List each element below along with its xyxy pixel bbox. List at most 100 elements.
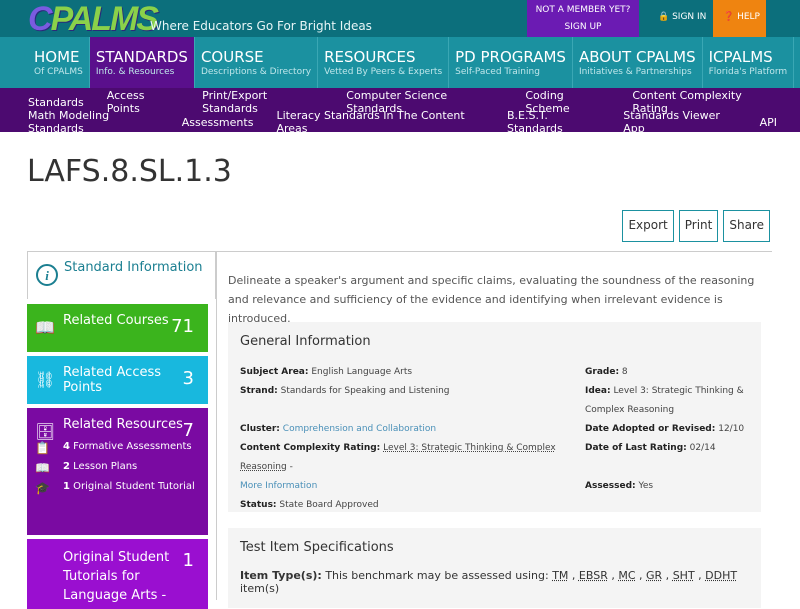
section-title: Test Item Specifications (240, 540, 394, 555)
resource-lesson-plans[interactable]: 📖 2 Lesson Plans (35, 461, 200, 475)
page-title: LAFS.8.SL.1.3 (27, 154, 232, 189)
question-icon: ❓ (723, 12, 735, 22)
tagline: Where Educators Go For Bright Ideas (150, 19, 372, 33)
resource-count: 1 (63, 481, 70, 492)
book-icon: 📖 (35, 318, 55, 337)
strand: Standards for Speaking and Listening (280, 386, 450, 396)
sub-nav: Standards Access Points Print/Export Stand… (0, 88, 800, 135)
book-icon: 📖 (35, 461, 50, 475)
label: Assessed: (585, 481, 636, 491)
nav-title: STANDARDS (95, 48, 188, 66)
nav-sub: Info. & Resources (95, 67, 175, 77)
label: Date of Last Rating: (585, 443, 687, 453)
resource-count: 2 (63, 461, 70, 472)
tab-related-courses[interactable]: 📖 Related Courses 71 (27, 304, 208, 352)
signin-button[interactable]: 🔒 SIGN IN (658, 12, 706, 22)
help-button[interactable]: ❓ HELP (713, 0, 766, 37)
general-information: General Information Subject Area: Englis… (228, 322, 761, 512)
info-icon: i (36, 264, 58, 286)
signup-button[interactable]: NOT A MEMBER YET? SIGN UP (527, 0, 639, 37)
nav-title: COURSE (200, 48, 264, 66)
nav-resources[interactable]: RESOURCES Vetted By Peers & Experts (318, 37, 450, 88)
item-type[interactable]: TM (552, 569, 568, 582)
resource-count: 4 (63, 441, 70, 452)
signin-label: SIGN IN (672, 12, 707, 22)
item-suffix: item(s) (240, 582, 280, 595)
tab-label: Related Courses (63, 313, 169, 328)
nav-sub: Descriptions & Directory (200, 67, 312, 77)
label: Date Adopted or Revised: (585, 424, 716, 434)
standard-description: Delineate a speaker's argument and speci… (228, 274, 755, 325)
resource-formative[interactable]: 📋 4 Formative Assessments (35, 441, 200, 455)
graduation-cap-icon: 🎓 (35, 481, 50, 495)
label: Idea: (585, 386, 611, 396)
cpalms-logo[interactable]: CPALMS (28, 0, 159, 39)
subject-area: English Language Arts (311, 367, 413, 377)
nav-sub: Initiatives & Partnerships (578, 67, 692, 77)
print-button[interactable]: Print (678, 210, 719, 242)
tab-original-student-tutorials[interactable]: Original Student Tutorials for Language … (27, 539, 208, 609)
label: Status: (240, 500, 277, 510)
nav-icpalms[interactable]: ICPALMS Florida's Platform (703, 37, 795, 88)
item-type[interactable]: DDHT (705, 569, 737, 582)
subnav-link[interactable]: B.E.S.T. Standards (507, 109, 600, 135)
label: Grade: (585, 367, 620, 377)
nav-title: ICPALMS (708, 48, 773, 66)
nav-home[interactable]: HOME Of CPALMS (28, 37, 90, 88)
signup-line1: NOT A MEMBER YET? (535, 5, 631, 15)
cluster-link[interactable]: Comprehension and Collaboration (283, 424, 436, 434)
item-type[interactable]: GR (646, 569, 662, 582)
item-type[interactable]: SHT (673, 569, 695, 582)
share-button[interactable]: Share (723, 210, 770, 242)
subnav-link[interactable]: Literacy Standards In The Content Areas (276, 109, 484, 135)
label: Strand: (240, 386, 278, 396)
assessed: Yes (638, 481, 654, 491)
section-title: General Information (240, 334, 371, 349)
count: 1 (182, 550, 194, 571)
help-label: HELP (737, 12, 760, 22)
grade: 8 (621, 367, 628, 377)
count: 71 (171, 316, 194, 337)
nav-standards[interactable]: STANDARDS Info. & Resources (89, 37, 195, 88)
tab-related-access-points[interactable]: ⛓ Related Access Points 3 (27, 356, 208, 404)
subnav-link[interactable]: API (760, 116, 777, 129)
nav-course[interactable]: COURSE Descriptions & Directory (195, 37, 319, 88)
count: 3 (182, 368, 194, 389)
nav-title: PD PROGRAMS (455, 48, 566, 66)
cabinet-icon: 🗄 (35, 422, 56, 441)
chain-icon: ⛓ (35, 370, 56, 389)
resource-tutorial[interactable]: 🎓 1 Original Student Tutorial (35, 481, 200, 495)
subnav-link[interactable]: Standards Viewer App (623, 109, 736, 135)
tab-standard-information[interactable]: i Standard Information (27, 251, 216, 299)
nav-sub: Of CPALMS (34, 67, 83, 77)
label: Cluster: (240, 424, 280, 434)
subnav-link[interactable]: Assessments (182, 116, 254, 129)
count: 7 (182, 420, 194, 441)
tab-label: Related Resources (63, 417, 183, 432)
nav-about[interactable]: ABOUT CPALMS Initiatives & Partnerships (573, 37, 703, 88)
signup-line2: SIGN UP (564, 22, 602, 32)
subnav-link[interactable]: Math Modeling Standards (28, 109, 159, 135)
item-type[interactable]: EBSR (579, 569, 608, 582)
test-item-specifications: Test Item Specifications Item Type(s): T… (228, 528, 761, 608)
clipboard-icon: 📋 (35, 441, 50, 455)
date-last-rating: 02/14 (689, 443, 716, 453)
nav-title: HOME (34, 48, 80, 66)
tab-related-resources[interactable]: 🗄 Related Resources 7 📋 4 Formative Assessm… (27, 408, 208, 535)
date-adopted: 12/10 (718, 424, 745, 434)
export-button[interactable]: Export (622, 210, 674, 242)
nav-title: ABOUT CPALMS (578, 48, 696, 66)
resource-label: Original Student Tutorial (73, 481, 195, 492)
label: Item Type(s): (240, 569, 322, 582)
more-information-link[interactable]: More Information (240, 481, 317, 491)
nav-pd-programs[interactable]: PD PROGRAMS Self-Paced Training (449, 37, 573, 88)
nav-sub: Self-Paced Training (455, 67, 540, 77)
nav-title: RESOURCES (324, 48, 416, 66)
nav-sub: Florida's Platform (708, 67, 788, 77)
subnav-link[interactable]: Standards (28, 96, 84, 109)
item-type[interactable]: MC (618, 569, 635, 582)
top-bar: CPALMS Where Educators Go For Bright Ide… (0, 0, 800, 39)
main-nav: HOME Of CPALMS STANDARDS Info. & Resources… (0, 37, 800, 88)
tab-label: Related Access Points (63, 365, 162, 395)
item-types-text: This benchmark may be assessed using: (325, 569, 549, 582)
